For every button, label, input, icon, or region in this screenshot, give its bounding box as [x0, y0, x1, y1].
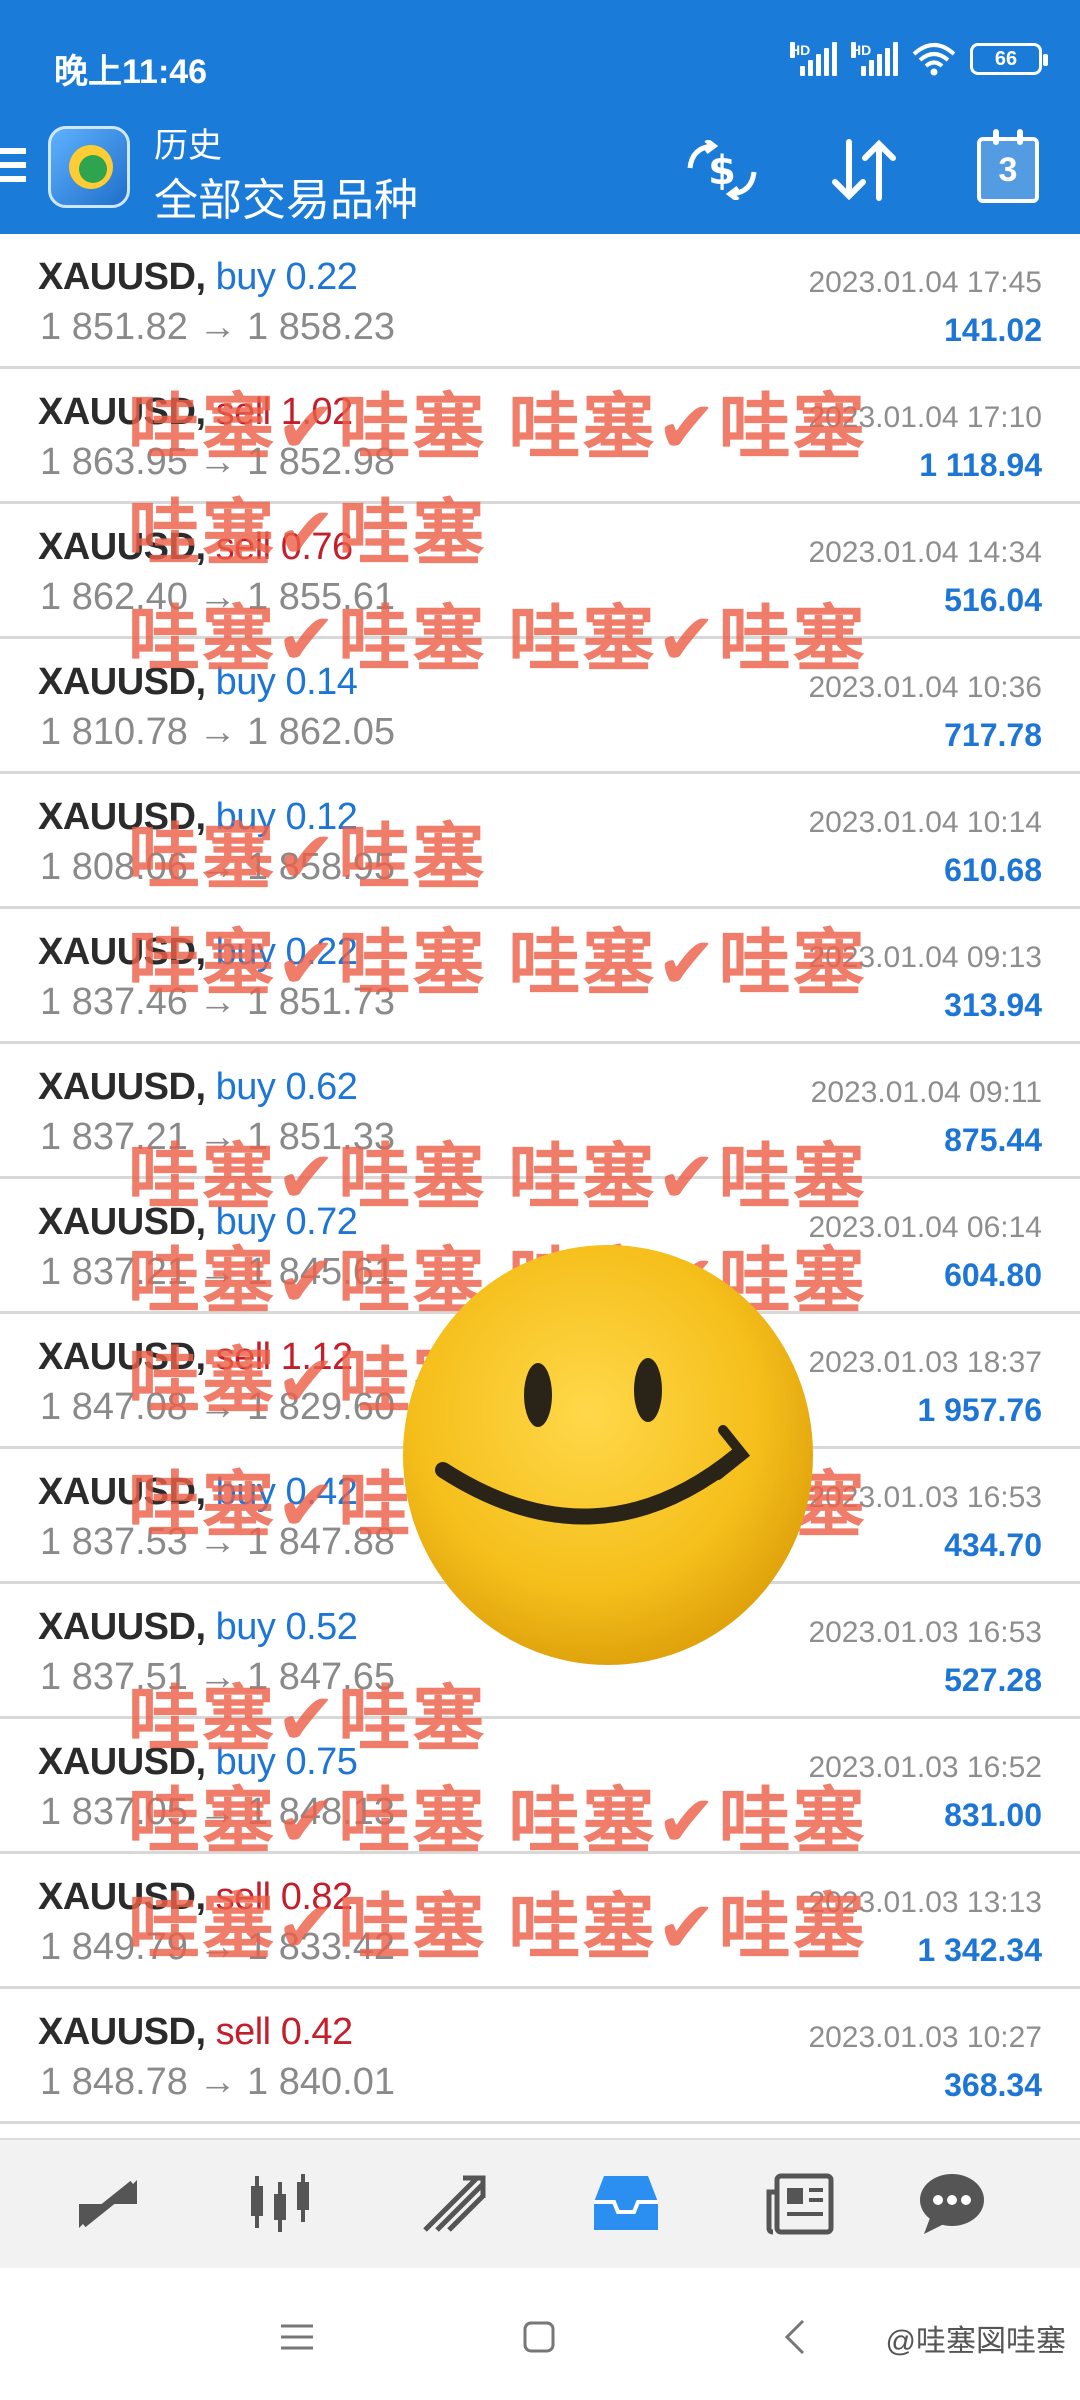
side-label: buy	[215, 256, 276, 298]
trade-profit: 604.80	[944, 1257, 1042, 1293]
system-menu-icon[interactable]	[272, 2312, 322, 2362]
signal-icon: HD	[790, 42, 837, 76]
volume-label: 0.42	[280, 2011, 353, 2053]
trade-time: 2023.01.04 10:14	[808, 806, 1042, 839]
trade-side: buy 0.22	[216, 256, 358, 298]
watermark-text: 哇塞✔哇塞 哇塞✔哇塞	[128, 1782, 867, 1862]
quotes-icon[interactable]	[68, 2168, 148, 2240]
watermark-text: 哇塞✔哇塞 哇塞✔哇塞	[128, 1888, 867, 1968]
side-label: sell	[215, 2011, 272, 2053]
trade-profit: 527.28	[944, 1662, 1042, 1698]
symbol-label: XAUUSD,	[38, 1066, 206, 1108]
watermark-text: 哇塞✔哇塞 哇塞✔哇塞	[128, 1138, 867, 1218]
signal-icon-2: HD	[851, 42, 898, 76]
currency-exchange-icon[interactable]: $	[682, 130, 762, 210]
status-time: 晚上11:46	[54, 53, 208, 91]
close-price: 1 862.05	[247, 711, 395, 753]
watermark-text: 哇塞✔哇塞	[128, 1680, 487, 1760]
chat-icon[interactable]	[912, 2168, 992, 2240]
volume-label: 0.52	[285, 1606, 358, 1648]
close-price: 1 858.23	[247, 306, 395, 348]
svg-text:$: $	[708, 148, 736, 194]
hd-label: HD	[790, 42, 811, 58]
trade-side: buy 0.52	[216, 1606, 358, 1648]
watermark-credit: @哇塞図哇塞	[885, 2325, 1066, 2358]
trade-profit: 717.78	[944, 717, 1042, 753]
symbol-label: XAUUSD,	[38, 1606, 206, 1648]
close-price: 1 840.01	[247, 2061, 395, 2103]
battery-icon: 66	[970, 43, 1048, 75]
trade-prices: 1 851.82 → 1 858.23	[40, 306, 395, 349]
system-back-icon[interactable]	[770, 2312, 820, 2362]
system-home-icon[interactable]	[514, 2312, 564, 2362]
trade-profit: 1 342.34	[917, 1932, 1042, 1968]
watermark-text: 哇塞✔哇塞 哇塞✔哇塞	[128, 924, 867, 1004]
trade-profit: 313.94	[944, 987, 1042, 1023]
symbol-label: XAUUSD,	[38, 256, 206, 298]
trade-profit: 368.34	[944, 2067, 1042, 2103]
status-bar: 晚上11:46 HD HD 66	[0, 0, 1080, 120]
volume-label: 0.22	[285, 256, 358, 298]
app-logo	[48, 126, 130, 208]
news-icon[interactable]	[760, 2168, 840, 2240]
smiley-sticker	[403, 1245, 813, 1665]
menu-icon[interactable]	[0, 148, 26, 188]
trade-row[interactable]: XAUUSD, sell 0.42 1 848.78 → 1 840.01 2023…	[0, 1989, 1080, 2124]
trade-symbol: XAUUSD, sell 0.42	[38, 2011, 353, 2054]
watermark-text: 哇塞✔哇塞	[128, 818, 487, 898]
trade-symbol: XAUUSD, buy 0.22	[38, 256, 358, 299]
trade-profit: 141.02	[944, 312, 1042, 348]
arrow-icon: →	[198, 306, 237, 348]
trade-prices: 1 848.78 → 1 840.01	[40, 2061, 395, 2104]
trade-time: 2023.01.03 18:37	[808, 1346, 1042, 1379]
trade-profit: 875.44	[944, 1122, 1042, 1158]
header: 历史 全部交易品种 $ 3	[0, 110, 1080, 234]
calendar-day: 3	[977, 129, 1039, 203]
calendar-icon[interactable]: 3	[968, 129, 1048, 210]
watermark-text: 哇塞✔哇塞 哇塞✔哇塞	[128, 600, 867, 680]
trade-time: 2023.01.04 17:45	[808, 266, 1042, 299]
trade-icon[interactable]	[414, 2168, 494, 2240]
trade-side: buy 0.62	[216, 1066, 358, 1108]
sort-icon[interactable]	[824, 130, 904, 210]
history-icon[interactable]	[586, 2168, 666, 2240]
volume-label: 0.62	[285, 1066, 358, 1108]
side-label: buy	[215, 1606, 276, 1648]
trade-symbol: XAUUSD, buy 0.62	[38, 1066, 358, 1109]
open-price: 1 810.78	[40, 711, 188, 753]
trade-profit: 610.68	[944, 852, 1042, 888]
trade-prices: 1 810.78 → 1 862.05	[40, 711, 395, 754]
watermark-text: 哇塞✔哇塞	[128, 494, 487, 574]
trade-time: 2023.01.04 09:11	[810, 1076, 1042, 1109]
open-price: 1 851.82	[40, 306, 188, 348]
status-icons: HD HD 66	[790, 42, 1048, 76]
hd-label-2: HD	[851, 42, 872, 58]
arrow-icon: →	[198, 2061, 237, 2103]
trade-profit: 1 957.76	[917, 1392, 1042, 1428]
open-price: 1 848.78	[40, 2061, 188, 2103]
header-title[interactable]: 全部交易品种	[154, 164, 418, 228]
bottom-navigation	[0, 2138, 1080, 2268]
trade-row[interactable]: XAUUSD, buy 0.22 1 851.82 → 1 858.23 2023.…	[0, 234, 1080, 369]
trade-side: sell 0.42	[215, 2011, 354, 2053]
top-bar: 晚上11:46 HD HD 66 历史 全部交易品种 $ 3	[0, 0, 1080, 234]
symbol-label: XAUUSD,	[38, 2011, 206, 2053]
header-subtitle: 历史	[154, 127, 222, 165]
trade-profit: 831.00	[944, 1797, 1042, 1833]
trade-time: 2023.01.03 16:53	[808, 1616, 1042, 1649]
trade-time: 2023.01.04 14:34	[808, 536, 1042, 569]
trade-profit: 516.04	[944, 582, 1042, 618]
wifi-icon	[912, 43, 956, 76]
trade-time: 2023.01.03 10:27	[808, 2021, 1042, 2054]
system-navigation-bar: @哇塞図哇塞	[0, 2268, 1080, 2400]
chart-icon[interactable]	[240, 2168, 320, 2240]
trade-profit: 1 118.94	[919, 447, 1042, 483]
watermark-text: 哇塞✔哇塞 哇塞✔哇塞	[128, 388, 867, 468]
trade-symbol: XAUUSD, buy 0.52	[38, 1606, 358, 1649]
side-label: buy	[215, 1066, 276, 1108]
trade-profit: 434.70	[944, 1527, 1042, 1563]
arrow-icon: →	[198, 711, 237, 753]
